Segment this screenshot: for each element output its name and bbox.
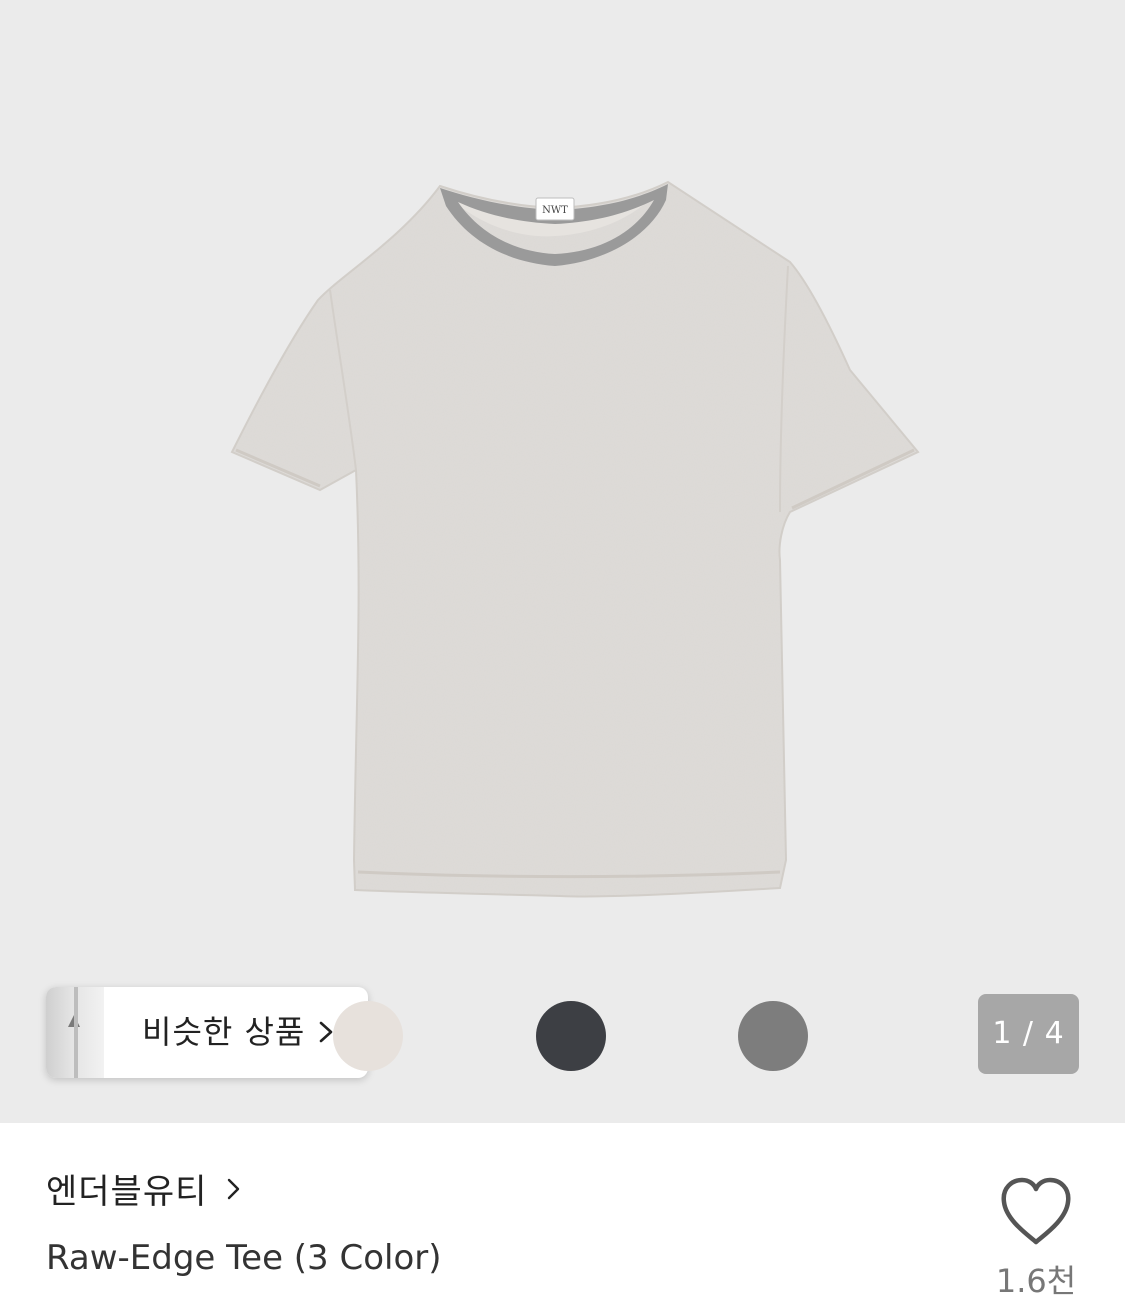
heart-icon[interactable]: [996, 1174, 1076, 1250]
neck-label: NWT: [535, 197, 575, 221]
color-swatch-gray[interactable]: [738, 1001, 808, 1071]
image-page-indicator: 1 / 4: [978, 994, 1079, 1074]
product-image-carousel[interactable]: NWT 비슷한 상품 1 / 4: [0, 0, 1125, 1123]
similar-products-label: 비슷한 상품: [142, 1013, 306, 1051]
similar-product-thumbnail: [46, 987, 104, 1078]
color-swatch-oatmeal[interactable]: [333, 1001, 403, 1071]
product-image[interactable]: NWT: [0, 0, 1125, 1123]
like-count: 1.6천: [995, 1262, 1077, 1300]
chevron-right-icon: [228, 1178, 240, 1199]
brand-name: 엔더블유티: [46, 1172, 208, 1212]
product-title: Raw-Edge Tee (3 Color): [46, 1238, 442, 1278]
product-info-section: [0, 1123, 1125, 1312]
similar-products-button[interactable]: 비슷한 상품: [46, 987, 368, 1078]
svg-text:NWT: NWT: [542, 205, 568, 216]
brand-link[interactable]: 엔더블유티: [46, 1164, 247, 1213]
color-swatch-charcoal[interactable]: [536, 1001, 606, 1071]
